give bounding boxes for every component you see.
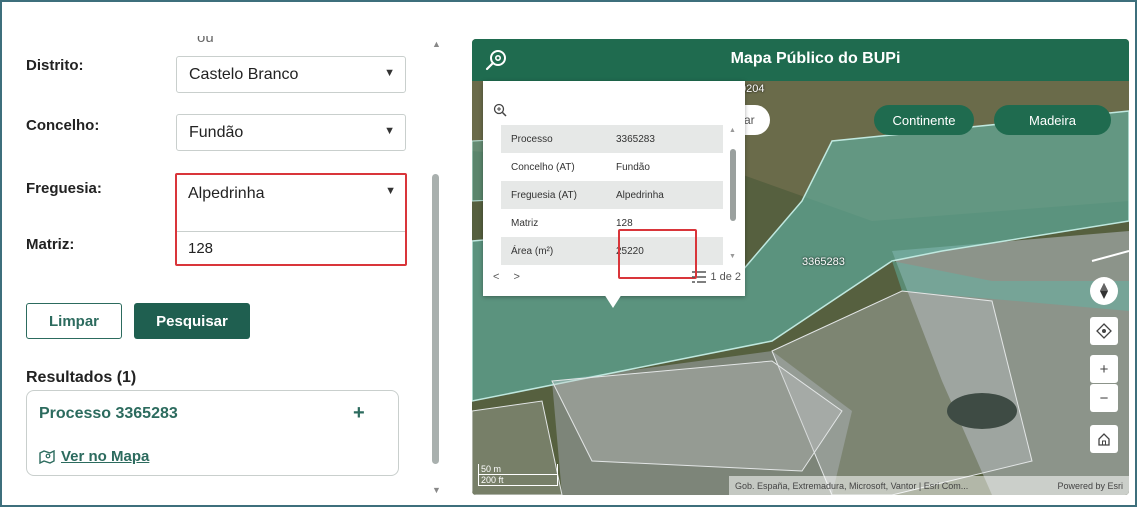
next-icon[interactable]: > [513,271,533,283]
scale-metric: 50 m [478,464,558,475]
map-icon [39,449,55,464]
scroll-up-arrow[interactable]: ▲ [432,39,441,49]
search-button[interactable]: Pesquisar [134,303,250,339]
continente-button[interactable]: Continente [874,105,974,135]
map-header: Mapa Público do BUPi [472,39,1129,81]
madeira-button[interactable]: Madeira [994,105,1111,135]
popup-nav: <> [493,271,534,283]
feature-popup: Processo 3365283 Concelho (AT) Fundão Freg… [483,81,745,296]
scroll-down-arrow[interactable]: ▼ [432,485,441,495]
distrito-label: Distrito: [26,57,84,74]
results-title: Resultados (1) [26,369,137,386]
table-row: Freguesia (AT) Alpedrinha [501,181,723,209]
map-attribution: Gob. España, Extremadura, Microsoft, Van… [729,476,1129,495]
prev-icon[interactable]: < [493,271,513,283]
search-form-panel: ou Distrito: Castelo Branco ▼ Concelho: … [10,14,430,499]
list-icon [692,271,707,283]
table-row: Concelho (AT) Fundão [511,161,650,173]
scroll-down-arrow[interactable]: ▼ [729,253,736,260]
freguesia-label: Freguesia: [26,180,102,197]
zoom-to-icon[interactable] [493,103,507,120]
home-icon[interactable] [1090,425,1118,453]
concelho-value: Fundão [189,123,244,141]
result-card: Processo 3365283 + Ver no Mapa [26,390,399,476]
scrollbar-thumb[interactable] [730,149,736,221]
page-frame: ou Distrito: Castelo Branco ▼ Concelho: … [0,0,1137,507]
popup-pointer [604,294,622,308]
distrito-value: Castelo Branco [189,65,299,83]
highlight-box [618,229,697,279]
powered-by-esri[interactable]: Powered by Esri [1057,481,1123,491]
concelho-select[interactable]: Fundão ▼ [176,114,406,151]
distrito-select[interactable]: Castelo Branco ▼ [176,56,406,93]
result-title: Processo 3365283 [39,405,178,422]
highlight-box [175,173,407,266]
zoom-in-button[interactable]: + [1090,355,1118,383]
zoom-out-button[interactable]: − [1090,384,1118,412]
view-on-map-link[interactable]: Ver no Mapa [39,448,149,465]
map-panel[interactable]: Mapa Público do BUPi 0204 ar Continente … [472,39,1129,495]
popup-pagination[interactable]: 1 de 2 [692,271,741,283]
compass-icon[interactable] [1090,277,1118,305]
clear-button[interactable]: Limpar [26,303,122,339]
scrollbar-thumb[interactable] [432,174,439,464]
map-title: Mapa Público do BUPi [730,50,901,67]
chevron-down-icon: ▼ [384,125,395,137]
scale-bar: 50 m 200 ft [478,464,558,486]
popup-scrollbar[interactable]: ▲ ▼ [728,127,738,263]
parcel-label: 3365283 [802,256,845,268]
separator-text: ou [197,36,214,45]
matriz-label: Matriz: [26,236,75,253]
table-row: Processo 3365283 [501,125,723,153]
concelho-label: Concelho: [26,117,100,134]
locate-icon[interactable] [1090,317,1118,345]
view-on-map-label: Ver no Mapa [61,448,150,465]
scale-imperial: 200 ft [478,475,558,486]
expand-button[interactable]: + [353,402,365,425]
attribution-text: Gob. España, Extremadura, Microsoft, Van… [735,480,969,491]
page-indicator: 1 de 2 [710,271,741,283]
chevron-down-icon: ▼ [384,67,395,79]
scroll-up-arrow[interactable]: ▲ [729,127,736,134]
